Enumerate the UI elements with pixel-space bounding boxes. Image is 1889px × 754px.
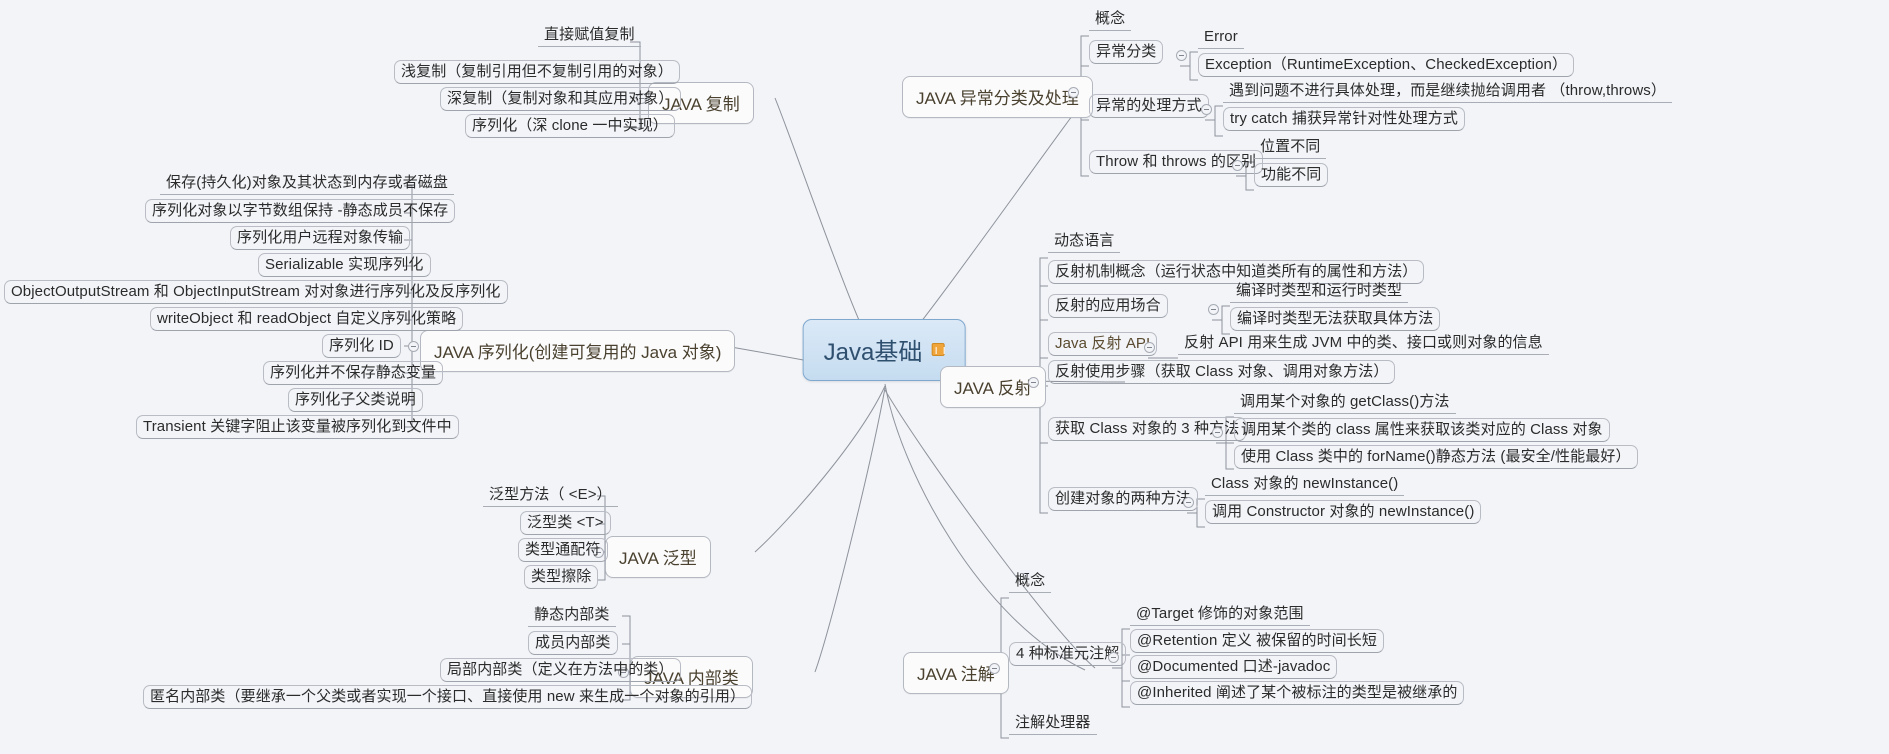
node-ser-2[interactable]: 序列化用户远程对象传输	[230, 226, 411, 251]
node-ser-3[interactable]: Serializable 实现序列化	[258, 253, 431, 278]
mindmap-canvas: Java基础 JAVA 复制 直接赋值复制 浅复制（复制引用但不复制引用的对象）…	[0, 0, 1889, 754]
node-exc-1[interactable]: 异常分类	[1089, 40, 1164, 65]
node-copy-3[interactable]: 序列化（深 clone 一中实现）	[465, 114, 675, 139]
topic-java-generics[interactable]: JAVA 泛型	[605, 536, 711, 578]
node-gen-0[interactable]: 泛型方法（ <E>）	[483, 484, 618, 508]
collapse-handle-annotation[interactable]	[989, 663, 1000, 674]
node-ser-9[interactable]: Transient 关键字阻止该变量被序列化到文件中	[136, 415, 459, 440]
node-ser-7[interactable]: 序列化并不保存静态变量	[263, 361, 444, 386]
collapse-handle-exception-handling[interactable]	[1201, 104, 1212, 115]
node-ann-0[interactable]: 概念	[1009, 570, 1052, 594]
node-ref-6[interactable]: 创建对象的两种方法	[1048, 487, 1198, 512]
node-copy-0[interactable]: 直接赋值复制	[538, 24, 641, 48]
node-ser-6[interactable]: 序列化 ID	[322, 334, 401, 359]
node-ref-3[interactable]: Java 反射 API	[1048, 332, 1158, 357]
topic-java-exception[interactable]: JAVA 异常分类及处理	[902, 76, 1093, 118]
node-ser-8[interactable]: 序列化子父类说明	[288, 388, 423, 413]
node-ref-2[interactable]: 反射的应用场合	[1048, 294, 1168, 319]
node-ser-0[interactable]: 保存(持久化)对象及其状态到内存或者磁盘	[160, 172, 454, 196]
node-ser-5[interactable]: writeObject 和 readObject 自定义序列化策略	[150, 307, 464, 332]
node-inner-2[interactable]: 局部内部类（定义在方法中的类）	[440, 658, 681, 683]
node-ref-5-2[interactable]: 使用 Class 类中的 forName()静态方法 (最安全/性能最好）	[1234, 445, 1638, 470]
node-exc-3-1[interactable]: 功能不同	[1254, 163, 1329, 188]
node-inner-3[interactable]: 匿名内部类（要继承一个父类或者实现一个接口、直接使用 new 来生成一个对象的引…	[143, 685, 753, 710]
node-ref-5-1[interactable]: 调用某个类的 class 属性来获取该类对应的 Class 对象	[1234, 418, 1610, 443]
collapse-handle-exception[interactable]	[1068, 87, 1079, 98]
node-gen-3[interactable]: 类型擦除	[524, 565, 599, 590]
collapse-handle-serialization[interactable]	[408, 341, 419, 352]
node-exc-2[interactable]: 异常的处理方式	[1089, 94, 1209, 119]
node-ref-5-0[interactable]: 调用某个对象的 getClass()方法	[1234, 391, 1456, 415]
node-inner-0[interactable]: 静态内部类	[528, 604, 616, 628]
node-ser-1[interactable]: 序列化对象以字节数组保持 -静态成员不保存	[145, 199, 456, 224]
node-ref-2-0[interactable]: 编译时类型和运行时类型	[1230, 280, 1409, 304]
node-ser-4[interactable]: ObjectOutputStream 和 ObjectInputStream 对…	[4, 280, 508, 305]
node-copy-2[interactable]: 深复制（复制对象和其应用对象）	[440, 87, 681, 112]
node-gen-1[interactable]: 泛型类 <T>	[520, 511, 611, 536]
node-exc-3-0[interactable]: 位置不同	[1254, 136, 1327, 160]
node-ref-6-0[interactable]: Class 对象的 newInstance()	[1205, 473, 1405, 497]
node-ann-2[interactable]: 注解处理器	[1009, 712, 1097, 736]
node-ann-1-3[interactable]: @Inherited 阐述了某个被标注的类型是被继承的	[1130, 681, 1465, 706]
central-topic-label: Java基础	[823, 339, 923, 366]
collapse-handle-reflection-usecases[interactable]	[1208, 304, 1219, 315]
map-badge-icon	[931, 343, 945, 356]
node-exc-1-0[interactable]: Error	[1198, 26, 1244, 50]
collapse-handle-get-class-methods[interactable]	[1212, 427, 1223, 438]
node-exc-2-1[interactable]: try catch 捕获异常针对性处理方式	[1223, 107, 1465, 132]
collapse-handle-create-object[interactable]	[1183, 497, 1194, 508]
collapse-handle-meta-annotations[interactable]	[1108, 652, 1119, 663]
node-exc-1-1[interactable]: Exception（RuntimeException、CheckedExcept…	[1198, 53, 1575, 78]
collapse-handle-throw-throws[interactable]	[1232, 160, 1243, 171]
node-ref-2-1[interactable]: 编译时类型无法获取具体方法	[1230, 307, 1441, 332]
topic-java-serialization[interactable]: JAVA 序列化(创建可复用的 Java 对象)	[420, 330, 736, 372]
node-ann-1-2[interactable]: @Documented 口述-javadoc	[1130, 655, 1338, 680]
node-ref-3-0[interactable]: 反射 API 用来生成 JVM 中的类、接口或则对象的信息	[1178, 332, 1549, 356]
collapse-handle-reflection-api[interactable]	[1144, 342, 1155, 353]
node-inner-1[interactable]: 成员内部类	[528, 631, 618, 656]
node-ann-1-0[interactable]: @Target 修饰的对象范围	[1130, 603, 1310, 627]
node-ref-6-1[interactable]: 调用 Constructor 对象的 newInstance()	[1205, 500, 1482, 525]
node-ref-4[interactable]: 反射使用步骤（获取 Class 对象、调用对象方法）	[1048, 360, 1396, 385]
node-exc-2-0[interactable]: 遇到问题不进行具体处理，而是继续抛给调用者 （throw,throws）	[1223, 80, 1672, 104]
node-copy-1[interactable]: 浅复制（复制引用但不复制引用的对象）	[394, 60, 680, 85]
collapse-handle-reflection[interactable]	[1028, 377, 1039, 388]
node-ref-0[interactable]: 动态语言	[1048, 230, 1121, 254]
node-exc-0[interactable]: 概念	[1089, 8, 1132, 32]
node-ann-1-1[interactable]: @Retention 定义 被保留的时间长短	[1130, 629, 1384, 654]
collapse-handle-exception-types[interactable]	[1176, 50, 1187, 61]
node-gen-2[interactable]: 类型通配符	[518, 538, 608, 563]
